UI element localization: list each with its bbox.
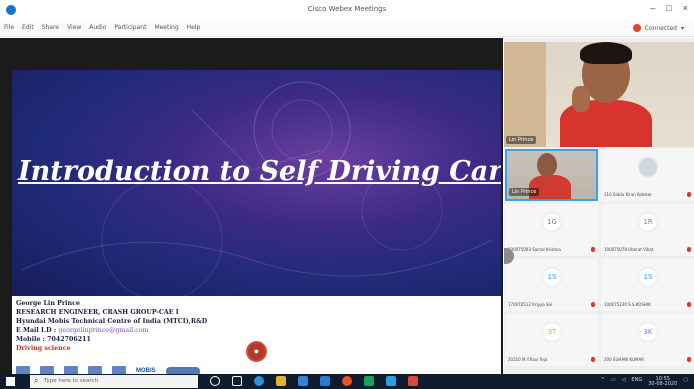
maximize-button[interactable]: □: [666, 3, 671, 13]
search-placeholder: Type here to search: [44, 378, 99, 384]
slide-banner: Introduction to Self Driving Cars: [12, 70, 501, 296]
menu-help[interactable]: Help: [187, 24, 201, 31]
presenter-org: Hyundai Mobis Technical Centre of India …: [16, 318, 208, 325]
avatar: 3T: [542, 322, 562, 342]
avatar: 1R: [638, 212, 658, 232]
mic-muted-icon: [687, 302, 691, 307]
slide-title: Introduction to Self Driving Cars: [18, 156, 501, 187]
webex-taskbar-icon[interactable]: [386, 376, 396, 386]
participant-panel: Lin Prince Lin Prince 110 Siddu Kiran Ko…: [504, 38, 694, 374]
participant-tile[interactable]: 3K 200 SUHANI KUMAR: [601, 314, 694, 366]
presenter-details: George Lin Prince RESEARCH ENGINEER, CRA…: [16, 299, 207, 353]
participant-tile[interactable]: 1R 100075078 Ubhrat Vihat: [601, 204, 694, 256]
presenter-email-line: E Mail I.D : georgelinprince@gmail.com: [16, 326, 207, 335]
task-view-icon[interactable]: [232, 376, 242, 386]
connection-status[interactable]: Connected ▾: [632, 24, 684, 32]
mic-muted-icon: [591, 357, 595, 362]
menu-view[interactable]: View: [67, 24, 81, 31]
network-icon[interactable]: ▭: [611, 377, 616, 387]
powerpoint-icon[interactable]: [408, 376, 418, 386]
chevron-down-icon: ▾: [680, 24, 684, 32]
email-link[interactable]: georgelinprince@gmail.com: [58, 327, 148, 334]
active-speaker-video[interactable]: Lin Prince: [504, 42, 694, 147]
menu-file[interactable]: File: [4, 24, 14, 31]
cortana-icon[interactable]: [210, 376, 220, 386]
mail-icon[interactable]: [320, 376, 330, 386]
webex-window: Cisco Webex Meetings – □ × File Edit Sha…: [0, 0, 694, 389]
participant-tile[interactable]: 1S 170070512 Kriyya Sai: [505, 259, 598, 311]
system-tray: ^ ▭ ◁ ENG 10:55 30-08-2020 ▢: [601, 377, 688, 387]
menu-participant[interactable]: Participant: [114, 24, 146, 31]
file-explorer-icon[interactable]: [276, 376, 286, 386]
slide-presenter-info: George Lin Prince RESEARCH ENGINEER, CRA…: [12, 296, 501, 383]
participant-name: 20210 M.Y.Ravi Teja: [508, 357, 548, 362]
participant-tile[interactable]: Lin Prince: [505, 149, 598, 201]
participant-name: Lin Prince: [509, 188, 540, 196]
email-label: E Mail I.D :: [16, 327, 57, 334]
avatar: 1S: [638, 267, 658, 287]
participant-name: 200 SUHANI KUMAR: [604, 357, 644, 362]
participant-name: 170070512 Kriyya Sai: [508, 302, 553, 307]
menu-share[interactable]: Share: [42, 24, 59, 31]
shared-content-area: Introduction to Self Driving Cars George…: [0, 38, 503, 383]
mic-muted-icon: [687, 357, 691, 362]
presenter-department: Driving science: [16, 345, 71, 352]
participant-tile[interactable]: 1G 100075093 Samal Krishna: [505, 204, 598, 256]
windows-start-icon[interactable]: [6, 377, 15, 386]
active-speaker-name: Lin Prince: [506, 136, 537, 144]
menu-items: File Edit Share View Audio Participant M…: [4, 24, 200, 31]
language-indicator[interactable]: ENG: [631, 377, 642, 387]
participant-tile[interactable]: 110 Siddu Kiran Kolekar: [601, 149, 694, 201]
taskbar-search[interactable]: ⌕ Type here to search: [30, 375, 198, 388]
avatar: [638, 157, 658, 177]
title-bar: Cisco Webex Meetings – □ ×: [0, 0, 694, 20]
mic-muted-icon: [687, 192, 691, 197]
participant-name: 110 Siddu Kiran Kolekar: [604, 192, 652, 197]
taskbar-pinned-apps: [210, 376, 418, 386]
taskbar: ⌕ Type here to search ^ ▭ ◁ ENG 10:55 30…: [0, 374, 694, 389]
menu-edit[interactable]: Edit: [22, 24, 34, 31]
search-icon: ⌕: [34, 376, 39, 385]
tray-chevron-icon[interactable]: ^: [601, 377, 605, 387]
participant-name: 100075078 Ubhrat Vihat: [604, 247, 654, 252]
menu-audio[interactable]: Audio: [89, 24, 106, 31]
participant-tile[interactable]: 1S 100075230 S.S.KOSHIK: [601, 259, 694, 311]
mic-muted-icon: [591, 302, 595, 307]
notifications-icon[interactable]: ▢: [683, 377, 688, 387]
edge-browser-icon[interactable]: [254, 376, 264, 386]
store-icon[interactable]: [298, 376, 308, 386]
record-button[interactable]: ●: [246, 341, 267, 362]
participant-tile[interactable]: 3T 20210 M.Y.Ravi Teja: [505, 314, 598, 366]
excel-icon[interactable]: [364, 376, 374, 386]
connection-status-label: Connected: [644, 24, 677, 32]
minimize-button[interactable]: –: [650, 3, 655, 13]
close-button[interactable]: ×: [683, 3, 688, 13]
menu-bar: File Edit Share View Audio Participant M…: [0, 20, 694, 37]
mic-muted-icon: [687, 247, 691, 252]
presenter-mobile: Mobile : 7042706211: [16, 336, 91, 343]
menu-meeting[interactable]: Meeting: [154, 24, 178, 31]
window-controls: – □ ×: [650, 3, 688, 13]
volume-icon[interactable]: ◁: [622, 377, 626, 387]
window-title: Cisco Webex Meetings: [307, 5, 387, 13]
avatar: 1G: [542, 212, 562, 232]
participant-name: 100075230 S.S.KOSHIK: [604, 302, 651, 307]
chrome-icon[interactable]: [342, 376, 352, 386]
avatar: 1S: [542, 267, 562, 287]
connection-indicator-icon: [632, 24, 641, 32]
mic-muted-icon: [591, 247, 595, 252]
avatar: 3K: [638, 322, 658, 342]
clock-date: 30-08-2020: [648, 381, 678, 387]
clock[interactable]: 10:55 30-08-2020: [648, 377, 677, 387]
participant-name: 100075093 Samal Krishna: [508, 247, 561, 252]
presenter-role: RESEARCH ENGINEER, CRASH GROUP-CAE I: [16, 309, 179, 316]
presenter-name: George Lin Prince: [16, 300, 80, 307]
